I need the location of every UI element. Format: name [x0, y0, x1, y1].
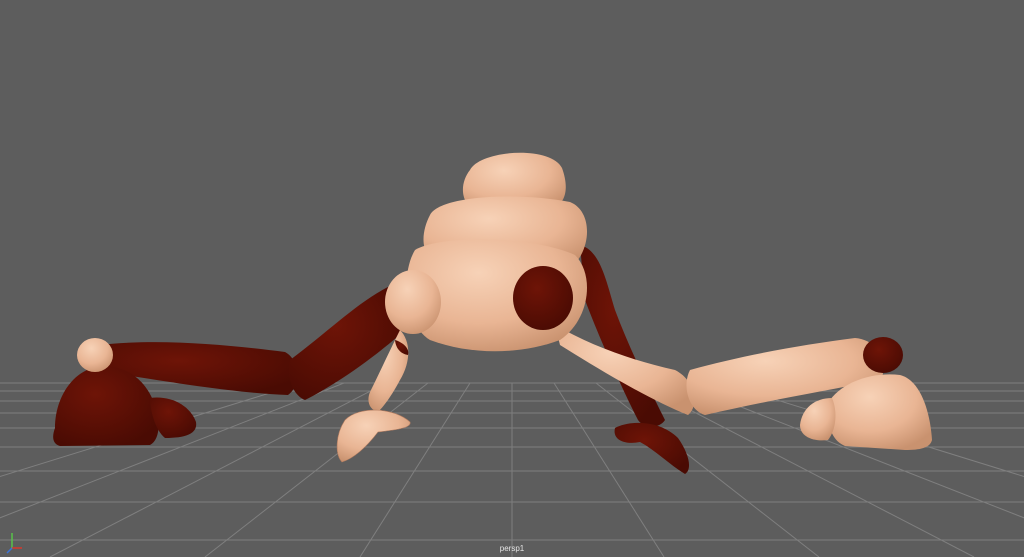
- perspective-viewport[interactable]: persp1: [0, 0, 1024, 557]
- character-body[interactable]: [385, 152, 588, 352]
- left-shoulder: [385, 270, 441, 334]
- camera-label: persp1: [499, 544, 525, 553]
- right-knee-socket: [863, 337, 903, 373]
- viewport-scene[interactable]: [0, 0, 1024, 557]
- left-knee-cap: [77, 338, 113, 372]
- shoulder-socket: [513, 266, 573, 330]
